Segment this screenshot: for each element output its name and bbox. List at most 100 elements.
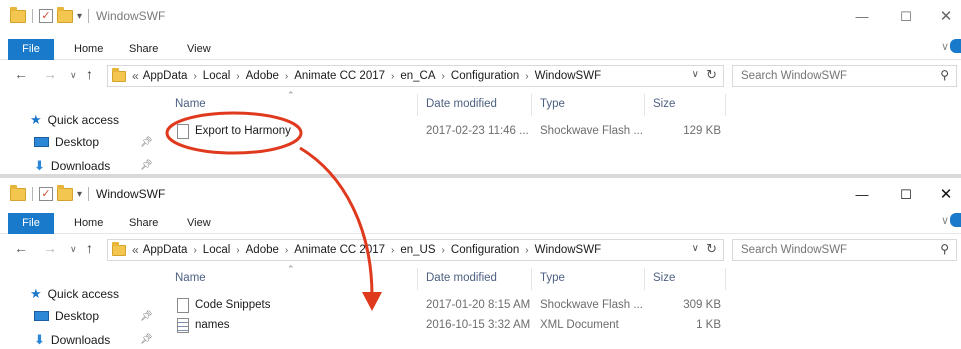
close-button[interactable]: ✕ — [926, 182, 961, 208]
maximize-button[interactable]: ☐ — [886, 182, 926, 208]
breadcrumb-locale[interactable]: en_US — [400, 244, 435, 256]
file-row[interactable]: Code Snippets 2017-01-20 8:15 AM Shockwa… — [165, 296, 725, 316]
address-bar[interactable]: « AppData › Local › Adobe › Animate CC 2… — [107, 65, 724, 87]
search-input[interactable] — [733, 240, 923, 260]
file-row[interactable]: Export to Harmony 2017-02-23 11:46 ... S… — [165, 122, 725, 142]
breadcrumb-animate[interactable]: Animate CC 2017 — [294, 244, 385, 256]
breadcrumb-chevron-icon[interactable]: › — [525, 71, 528, 82]
customize-toolbar-chevron-icon[interactable]: ▾ — [77, 11, 82, 22]
expand-ribbon-chevron-icon[interactable]: ∨ — [941, 40, 949, 53]
breadcrumb-local[interactable]: Local — [203, 70, 231, 82]
search-icon[interactable]: ⚲ — [940, 242, 949, 256]
tab-share[interactable]: Share — [129, 213, 158, 234]
search-icon[interactable]: ⚲ — [940, 68, 949, 82]
breadcrumb-chevron-icon[interactable]: › — [193, 245, 196, 256]
new-folder-icon[interactable] — [57, 184, 73, 201]
address-dropdown-chevron-icon[interactable]: ∨ — [692, 69, 699, 80]
tab-view[interactable]: View — [187, 213, 211, 234]
close-button[interactable]: ✕ — [926, 4, 961, 30]
breadcrumb-windowswf[interactable]: WindowSWF — [535, 70, 601, 82]
tab-home[interactable]: Home — [74, 39, 103, 60]
refresh-icon[interactable]: ↻ — [706, 67, 717, 83]
address-dropdown-chevron-icon[interactable]: ∨ — [692, 243, 699, 254]
breadcrumb-chevron-icon[interactable]: › — [236, 245, 239, 256]
column-divider[interactable] — [531, 268, 532, 290]
recent-locations-chevron-icon[interactable]: ∨ — [70, 244, 77, 255]
breadcrumb-locale[interactable]: en_CA — [400, 70, 435, 82]
new-folder-icon[interactable] — [57, 6, 73, 23]
search-box[interactable]: ⚲ — [732, 239, 957, 261]
refresh-icon[interactable]: ↻ — [706, 241, 717, 257]
breadcrumb-appdata[interactable]: AppData — [143, 244, 188, 256]
breadcrumb-chevron-icon[interactable]: › — [442, 71, 445, 82]
column-header-size[interactable]: Size — [653, 272, 675, 284]
file-row[interactable]: names 2016-10-15 3:32 AM XML Document 1 … — [165, 316, 725, 336]
breadcrumb-configuration[interactable]: Configuration — [451, 70, 519, 82]
nav-item-quick-access[interactable]: ★ Quick access — [30, 112, 119, 128]
breadcrumb-adobe[interactable]: Adobe — [246, 244, 279, 256]
help-icon[interactable] — [950, 39, 961, 53]
column-divider[interactable] — [417, 268, 418, 290]
column-divider[interactable] — [644, 268, 645, 290]
tab-view[interactable]: View — [187, 39, 211, 60]
pin-icon[interactable]: 📌︎ — [140, 137, 153, 148]
up-arrow-icon[interactable]: ↑ — [86, 66, 93, 82]
column-header-size[interactable]: Size — [653, 98, 675, 110]
breadcrumb-adobe[interactable]: Adobe — [246, 70, 279, 82]
properties-check-icon[interactable]: ✓ — [39, 187, 53, 201]
column-header-name[interactable]: Name — [175, 272, 206, 284]
search-input[interactable] — [733, 66, 923, 86]
column-divider[interactable] — [644, 94, 645, 116]
back-arrow-icon[interactable]: ← — [14, 66, 28, 82]
breadcrumb-chevron-icon[interactable]: › — [285, 245, 288, 256]
breadcrumb-chevron-icon[interactable]: › — [193, 71, 196, 82]
tab-file[interactable]: File — [8, 39, 54, 60]
column-header-name[interactable]: Name — [175, 98, 206, 110]
folder-icon[interactable] — [10, 184, 26, 201]
customize-toolbar-chevron-icon[interactable]: ▾ — [77, 189, 82, 200]
column-header-type[interactable]: Type — [540, 98, 565, 110]
help-icon[interactable] — [950, 213, 961, 227]
breadcrumb-animate[interactable]: Animate CC 2017 — [294, 70, 385, 82]
column-header-date[interactable]: Date modified — [426, 272, 497, 284]
breadcrumb-chevron-icon[interactable]: › — [525, 245, 528, 256]
forward-arrow-icon[interactable]: → — [43, 66, 57, 82]
address-bar[interactable]: « AppData › Local › Adobe › Animate CC 2… — [107, 239, 724, 261]
nav-item-quick-access[interactable]: ★ Quick access — [30, 286, 119, 302]
breadcrumb-local[interactable]: Local — [203, 244, 231, 256]
expand-ribbon-chevron-icon[interactable]: ∨ — [941, 214, 949, 227]
tab-file[interactable]: File — [8, 213, 54, 234]
column-divider[interactable] — [531, 94, 532, 116]
breadcrumb-chevron-icon[interactable]: › — [285, 71, 288, 82]
up-arrow-icon[interactable]: ↑ — [86, 240, 93, 256]
column-header-type[interactable]: Type — [540, 272, 565, 284]
breadcrumb-configuration[interactable]: Configuration — [451, 244, 519, 256]
maximize-button[interactable]: ☐ — [886, 4, 926, 30]
pin-icon[interactable]: 📌︎ — [140, 160, 153, 171]
breadcrumb-appdata[interactable]: AppData — [143, 70, 188, 82]
breadcrumb-overflow[interactable]: « — [132, 69, 139, 83]
breadcrumb-chevron-icon[interactable]: › — [236, 71, 239, 82]
nav-item-downloads[interactable]: ⬇ Downloads — [34, 158, 110, 174]
nav-item-desktop[interactable]: Desktop — [34, 309, 99, 323]
breadcrumb-chevron-icon[interactable]: › — [442, 245, 445, 256]
column-header-date[interactable]: Date modified — [426, 98, 497, 110]
column-divider[interactable] — [417, 94, 418, 116]
column-divider[interactable] — [725, 268, 726, 290]
recent-locations-chevron-icon[interactable]: ∨ — [70, 70, 77, 81]
breadcrumb-chevron-icon[interactable]: › — [391, 71, 394, 82]
breadcrumb-overflow[interactable]: « — [132, 243, 139, 257]
minimize-button[interactable]: — — [842, 182, 882, 208]
breadcrumb-windowswf[interactable]: WindowSWF — [535, 244, 601, 256]
pin-icon[interactable]: 📌︎ — [140, 334, 153, 345]
back-arrow-icon[interactable]: ← — [14, 240, 28, 256]
forward-arrow-icon[interactable]: → — [43, 240, 57, 256]
minimize-button[interactable]: — — [842, 4, 882, 30]
tab-home[interactable]: Home — [74, 213, 103, 234]
folder-icon[interactable] — [10, 6, 26, 23]
pin-icon[interactable]: 📌︎ — [140, 311, 153, 322]
breadcrumb-chevron-icon[interactable]: › — [391, 245, 394, 256]
properties-check-icon[interactable]: ✓ — [39, 9, 53, 23]
tab-share[interactable]: Share — [129, 39, 158, 60]
nav-item-desktop[interactable]: Desktop — [34, 135, 99, 149]
